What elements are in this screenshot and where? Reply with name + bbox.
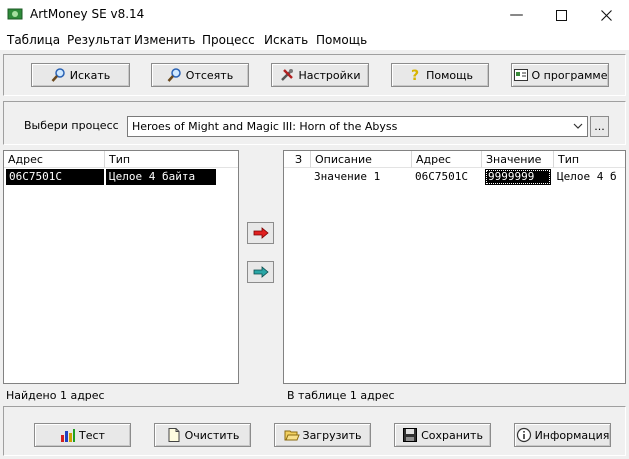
table-header-value[interactable]: Значение (482, 151, 554, 168)
search-button[interactable]: Искать (31, 63, 130, 87)
info-icon (516, 427, 531, 443)
about-button[interactable]: О программе (511, 63, 609, 87)
table-header-description[interactable]: Описание (311, 151, 412, 168)
menu-table[interactable]: Таблица (7, 33, 60, 47)
red-arrow-right-icon (253, 227, 269, 239)
magnifier-icon (51, 68, 65, 82)
save-button-label: Сохранить (421, 428, 483, 442)
maximize-icon (556, 9, 567, 21)
load-button-label: Загрузить (302, 428, 362, 442)
clear-button-label: Очистить (184, 428, 240, 442)
title-bar: ArtMoney SE v8.14 — (0, 0, 629, 30)
table-row-description[interactable]: Значение 1 (311, 169, 412, 185)
help-button-label: Помощь (426, 68, 473, 82)
settings-button-label: Настройки (298, 68, 361, 82)
table-row-value[interactable]: 9999999 (485, 169, 551, 185)
load-button[interactable]: Загрузить (274, 423, 371, 447)
magnifier-filter-icon (167, 68, 181, 82)
svg-text:?: ? (411, 68, 419, 83)
menu-result[interactable]: Результат (67, 33, 131, 47)
save-button[interactable]: Сохранить (394, 423, 491, 447)
about-button-label: О программе (531, 68, 608, 82)
question-icon: ? (411, 68, 419, 83)
menu-bar: Таблица Результат Изменить Процесс Искат… (0, 30, 629, 50)
settings-button[interactable]: Настройки (271, 63, 369, 87)
close-button[interactable] (584, 0, 629, 30)
new-document-icon (168, 428, 180, 442)
table-row-type[interactable]: Целое 4 б (554, 169, 625, 185)
table-list[interactable]: З Описание Адрес Значение Тип Значение 1… (283, 150, 626, 384)
window-title: ArtMoney SE v8.14 (30, 7, 145, 21)
minimize-icon: — (509, 7, 524, 23)
info-button-label: Информация (534, 428, 610, 442)
info-card-icon (513, 69, 528, 81)
open-folder-icon (284, 430, 300, 441)
maximize-button[interactable] (539, 0, 584, 30)
test-button-label: Тест (79, 428, 105, 442)
result-row-type[interactable]: Целое 4 байта (106, 169, 216, 185)
results-header-address[interactable]: Адрес (4, 151, 105, 168)
search-button-label: Искать (69, 68, 111, 82)
menu-edit[interactable]: Изменить (134, 33, 196, 47)
filter-button-label: Отсеять (185, 68, 234, 82)
results-status: Найдено 1 адрес (6, 389, 105, 402)
process-label: Выбери процесс (24, 119, 119, 132)
teal-arrow-right-icon (253, 266, 269, 278)
floppy-disk-icon (403, 428, 418, 442)
menu-process[interactable]: Процесс (202, 33, 255, 47)
result-row-address[interactable]: 06C7501C (6, 169, 104, 185)
browse-process-button[interactable]: ... (590, 116, 609, 137)
menu-search[interactable]: Искать (264, 33, 308, 47)
move-all-to-table-button[interactable] (247, 261, 274, 283)
menu-help[interactable]: Помощь (316, 33, 367, 47)
move-to-table-button[interactable] (247, 222, 274, 244)
process-select[interactable]: Heroes of Might and Magic III: Horn of t… (127, 116, 588, 137)
app-icon (7, 8, 23, 20)
filter-button[interactable]: Отсеять (151, 63, 249, 87)
info-button[interactable]: Информация (514, 423, 611, 447)
tools-icon (281, 69, 294, 81)
table-status: В таблице 1 адрес (287, 389, 395, 402)
table-header-freeze[interactable]: З (284, 151, 311, 168)
clear-button[interactable]: Очистить (154, 423, 251, 447)
bar-chart-icon (61, 429, 76, 442)
chevron-down-icon (573, 123, 583, 129)
table-header-type[interactable]: Тип (554, 151, 625, 168)
table-row-address[interactable]: 06C7501C (412, 169, 482, 185)
results-header-type[interactable]: Тип (105, 151, 238, 168)
process-select-value: Heroes of Might and Magic III: Horn of t… (132, 120, 398, 133)
test-button[interactable]: Тест (34, 423, 131, 447)
minimize-button[interactable]: — (494, 0, 539, 30)
table-header-address[interactable]: Адрес (412, 151, 482, 168)
help-button[interactable]: ? Помощь (391, 63, 489, 87)
results-list[interactable]: Адрес Тип 06C7501C Целое 4 байта (3, 150, 239, 384)
close-icon (601, 9, 612, 21)
